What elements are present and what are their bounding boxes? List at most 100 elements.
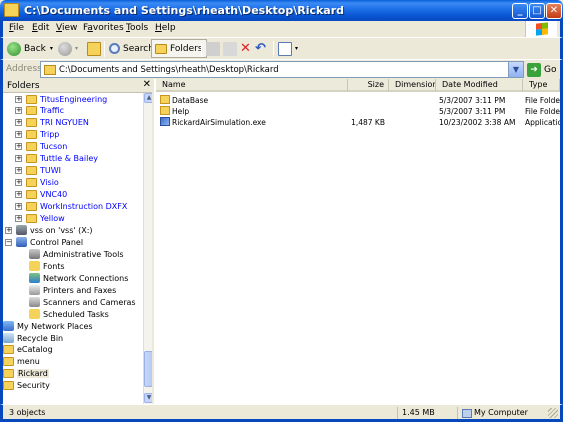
folder-tree-scrollbar[interactable]: ▲ ▼ [143,93,152,404]
delete-button[interactable]: ✕ [240,39,251,58]
tree-item[interactable]: Rickard [3,368,49,380]
tree-item[interactable]: Security [3,380,50,392]
tree-item-label: Fonts [43,261,65,271]
folder-icon [26,142,37,152]
folders-pane-title: Folders [7,81,40,91]
search-button[interactable]: Search [109,39,154,58]
menu-help[interactable]: Help [155,23,176,33]
expand-icon[interactable]: + [15,215,22,222]
collapse-icon[interactable]: − [5,238,12,246]
tree-item-label: Network Connections [43,273,129,283]
tree-item[interactable]: Scheduled Tasks [29,308,109,320]
tree-item[interactable]: Network Connections [29,272,128,284]
scroll-up-icon[interactable]: ▲ [144,93,152,103]
menu-favorites[interactable]: Favorites [83,23,124,33]
expand-icon[interactable]: + [15,119,22,127]
go-button[interactable]: ➜ Go [527,61,556,78]
tree-item[interactable]: eCatalog [3,344,53,356]
tree-item[interactable]: + Traffic [15,105,64,117]
tree-item[interactable]: + Tuttle & Bailey [15,153,98,165]
tree-item[interactable]: + TRI NGYUEN [15,117,89,129]
address-bar: Address C:\Documents and Settings\rheath… [0,59,563,79]
back-button[interactable]: Back ▾ [7,39,53,58]
menu-file[interactable]: File [9,23,24,33]
views-button[interactable]: ▾ [278,39,298,58]
tree-item-label: Tuttle & Bailey [40,154,98,164]
tree-item[interactable]: − Control Panel [5,236,83,248]
expand-icon[interactable]: + [15,95,22,103]
expand-icon[interactable]: + [15,191,22,199]
tree-item[interactable]: Fonts [29,260,65,272]
title-bar[interactable]: C:\Documents and Settings\rheath\Desktop… [0,0,563,21]
status-object-count: 3 objects [9,408,46,417]
expand-icon[interactable]: + [15,143,22,151]
menu-view[interactable]: View [56,23,77,33]
move-to-button[interactable] [206,39,223,58]
tree-item[interactable]: Printers and Faxes [29,284,116,296]
expand-icon[interactable]: + [15,107,22,115]
address-dropdown-button[interactable]: ▼ [508,62,523,77]
expand-icon[interactable]: + [15,203,22,211]
tree-item[interactable]: menu [3,356,40,368]
tree-item[interactable]: + TitusEngineering [15,93,107,105]
up-button[interactable] [87,39,104,58]
address-value[interactable]: C:\Documents and Settings\rheath\Desktop… [59,65,279,75]
tree-item-label: My Network Places [17,321,93,331]
undo-button[interactable]: ↶ [255,39,266,58]
tree-item[interactable]: Scanners and Cameras [29,296,136,308]
tree-item[interactable]: + TUWI [15,165,61,177]
scrollbar-thumb[interactable] [144,351,152,387]
minimize-button[interactable]: _ [512,3,528,19]
expand-icon[interactable]: + [15,179,22,187]
tree-item[interactable]: + Tucson [15,141,67,153]
copy-to-button[interactable] [223,39,240,58]
folders-button[interactable]: Folders [151,39,207,58]
tree-item-label: TUWI [40,166,62,176]
tree-item[interactable]: + WorkInstruction DXFX [15,201,127,213]
menu-tools[interactable]: Tools [126,23,148,33]
status-bar: 3 objects 1.45 MB My Computer [0,404,563,422]
tree-item-label: Scheduled Tasks [43,309,109,319]
tree-item[interactable]: + Yellow [15,213,65,225]
forward-dropdown-icon[interactable]: ▾ [75,45,78,52]
tree-item[interactable]: + Tripp [15,129,59,141]
column-header-name[interactable]: Name [156,79,348,92]
tree-item[interactable]: Administrative Tools [29,248,123,260]
expand-icon[interactable]: + [15,131,22,139]
column-header-type[interactable]: Type [523,79,560,92]
expand-icon[interactable]: + [15,167,22,175]
tree-item-label: Rickard [17,369,49,379]
column-header-date-modified[interactable]: Date Modified [436,79,523,92]
move-to-icon [206,41,220,56]
scroll-down-icon[interactable]: ▼ [144,393,152,403]
address-input[interactable]: C:\Documents and Settings\rheath\Desktop… [40,61,524,78]
file-type-cell: File Folder [525,96,560,105]
expand-icon[interactable]: + [15,155,22,163]
forward-button[interactable]: ▾ [58,39,78,58]
column-header-dimensions[interactable]: Dimensions [389,79,436,92]
menu-edit[interactable]: Edit [32,23,49,33]
search-label: Search [123,43,154,54]
recycle-bin-icon [3,333,14,343]
folders-pane-close-button[interactable]: ✕ [143,79,151,90]
status-size: 1.45 MB [397,407,455,419]
tree-item[interactable]: + Visio [15,177,59,189]
tree-item-label: TRI NGYUEN [40,118,89,128]
expand-icon[interactable]: + [5,226,12,234]
folder-icon [26,178,37,188]
tree-item[interactable]: My Network Places [3,320,93,332]
file-row[interactable]: RickardAirSimulation.exe 1,487 KB 10/23/20… [156,117,560,128]
file-row[interactable]: Help 5/3/2007 3:11 PM File Folder [156,106,560,117]
back-dropdown-icon[interactable]: ▾ [50,45,53,52]
resize-grip[interactable] [548,408,558,418]
file-name-cell: DataBase [160,95,346,106]
tree-item[interactable]: + VNC40 [15,189,67,201]
maximize-button[interactable]: □ [529,3,545,19]
tree-item[interactable]: + vss on 'vss' (X:) [5,224,93,236]
file-row[interactable]: DataBase 5/3/2007 3:11 PM File Folder [156,95,560,106]
tree-item[interactable]: Recycle Bin [3,332,63,344]
folder-icon [26,214,37,223]
close-button[interactable]: ✕ [546,3,562,19]
my-computer-icon [462,409,472,418]
column-header-size[interactable]: Size [348,79,389,92]
